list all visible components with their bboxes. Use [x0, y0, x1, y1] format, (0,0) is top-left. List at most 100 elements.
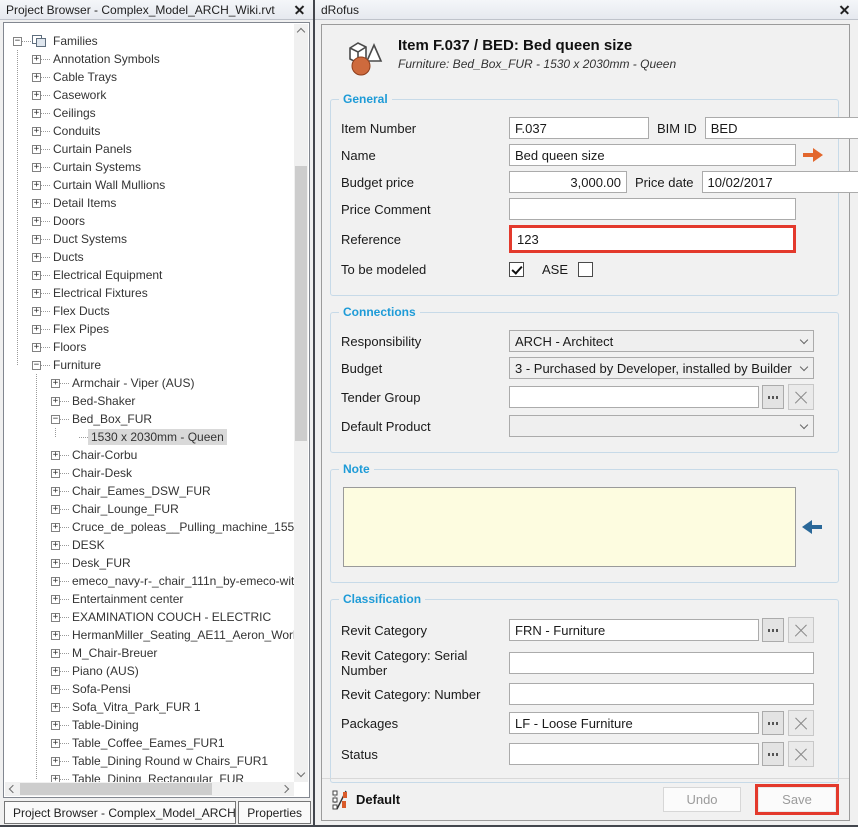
- browse-ellipsis-icon[interactable]: [762, 385, 784, 409]
- scroll-right-icon[interactable]: [280, 782, 294, 796]
- tab-properties[interactable]: Properties: [238, 801, 311, 824]
- ase-checkbox[interactable]: [578, 262, 593, 277]
- undo-button[interactable]: Undo: [663, 787, 741, 812]
- tree-item[interactable]: Casework: [5, 86, 294, 104]
- tree-item[interactable]: Furniture: [5, 356, 294, 374]
- browse-ellipsis-icon[interactable]: [762, 742, 784, 766]
- push-to-revit-arrow-icon[interactable]: [802, 148, 823, 162]
- tree-expander-icon[interactable]: [51, 613, 60, 622]
- tree-expander-icon[interactable]: [51, 379, 60, 388]
- tree-item[interactable]: Families: [5, 32, 294, 50]
- tree-expander-icon[interactable]: [51, 577, 60, 586]
- tree-expander-icon[interactable]: [51, 505, 60, 514]
- tree-item[interactable]: Armchair - Viper (AUS): [5, 374, 294, 392]
- tree-expander-icon[interactable]: [32, 271, 41, 280]
- tree-item[interactable]: 1530 x 2030mm - Queen: [5, 428, 294, 446]
- tree-expander-icon[interactable]: [51, 469, 60, 478]
- tree-expander-icon[interactable]: [51, 487, 60, 496]
- tree-item[interactable]: Flex Pipes: [5, 320, 294, 338]
- tree-expander-icon[interactable]: [51, 685, 60, 694]
- tree-item[interactable]: Chair_Lounge_FUR: [5, 500, 294, 518]
- tree-expander-icon[interactable]: [32, 181, 41, 190]
- tree-expander-icon[interactable]: [32, 325, 41, 334]
- tree-expander-icon[interactable]: [51, 415, 60, 424]
- tree-item[interactable]: Doors: [5, 212, 294, 230]
- tree-item[interactable]: Sofa_Vitra_Park_FUR 1: [5, 698, 294, 716]
- note-textarea[interactable]: [343, 487, 796, 567]
- packages-field[interactable]: [509, 712, 759, 734]
- tree-item[interactable]: Chair-Corbu: [5, 446, 294, 464]
- tree-expander-icon[interactable]: [32, 145, 41, 154]
- tree-expander-icon[interactable]: [32, 199, 41, 208]
- tree-expander-icon[interactable]: [32, 127, 41, 136]
- to-be-modeled-checkbox[interactable]: [509, 262, 524, 277]
- tree-item[interactable]: EXAMINATION COUCH - ELECTRIC: [5, 608, 294, 626]
- tree-item[interactable]: Conduits: [5, 122, 294, 140]
- tree-expander-icon[interactable]: [32, 91, 41, 100]
- horizontal-scrollbar[interactable]: [5, 782, 294, 796]
- tree-item[interactable]: Desk_FUR: [5, 554, 294, 572]
- browse-ellipsis-icon[interactable]: [762, 711, 784, 735]
- vertical-scrollbar[interactable]: [294, 24, 308, 782]
- tree-item[interactable]: HermanMiller_Seating_AE11_Aeron_WorkCh: [5, 626, 294, 644]
- name-field[interactable]: [509, 144, 796, 166]
- tree-expander-icon[interactable]: [32, 361, 41, 370]
- tree-item[interactable]: Ducts: [5, 248, 294, 266]
- tree-item[interactable]: Flex Ducts: [5, 302, 294, 320]
- vertical-scrollbar-thumb[interactable]: [295, 166, 307, 441]
- tree-item[interactable]: Bed_Box_FUR: [5, 410, 294, 428]
- tree-expander-icon[interactable]: [32, 343, 41, 352]
- default-product-select[interactable]: [509, 415, 814, 437]
- pull-from-revit-arrow-icon[interactable]: [802, 520, 823, 534]
- tree-expander-icon[interactable]: [32, 307, 41, 316]
- responsibility-select[interactable]: ARCH - Architect: [509, 330, 814, 352]
- price-comment-field[interactable]: [509, 198, 796, 220]
- tree-expander-icon[interactable]: [32, 55, 41, 64]
- tree-item[interactable]: Cruce_de_poleas__Pulling_machine_15500: [5, 518, 294, 536]
- tree-item[interactable]: Detail Items: [5, 194, 294, 212]
- tree-item[interactable]: Bed-Shaker: [5, 392, 294, 410]
- tree-expander-icon[interactable]: [13, 37, 22, 46]
- tree-item[interactable]: Chair-Desk: [5, 464, 294, 482]
- scroll-down-icon[interactable]: [294, 768, 308, 782]
- tree-item[interactable]: Sofa-Pensi: [5, 680, 294, 698]
- tree-item[interactable]: Electrical Fixtures: [5, 284, 294, 302]
- tree-item[interactable]: Chair_Eames_DSW_FUR: [5, 482, 294, 500]
- tree-expander-icon[interactable]: [32, 163, 41, 172]
- tree-expander-icon[interactable]: [51, 721, 60, 730]
- tree-item[interactable]: Table_Dining_Rectangular_FUR: [5, 770, 294, 782]
- clear-x-icon[interactable]: [788, 384, 814, 410]
- clear-x-icon[interactable]: [788, 710, 814, 736]
- clear-x-icon[interactable]: [788, 617, 814, 643]
- tree-item[interactable]: Cable Trays: [5, 68, 294, 86]
- tree-item[interactable]: Duct Systems: [5, 230, 294, 248]
- tree-expander-icon[interactable]: [51, 397, 60, 406]
- serial-number-field[interactable]: [509, 652, 814, 674]
- close-icon[interactable]: [293, 3, 307, 17]
- bim-id-field[interactable]: [705, 117, 858, 139]
- tree-expander-icon[interactable]: [51, 559, 60, 568]
- tree-item[interactable]: M_Chair-Breuer: [5, 644, 294, 662]
- tree-expander-icon[interactable]: [32, 253, 41, 262]
- status-field[interactable]: [509, 743, 759, 765]
- tab-project-browser[interactable]: Project Browser - Complex_Model_ARCH_Wi.…: [4, 801, 236, 824]
- tree-item[interactable]: Table-Dining: [5, 716, 294, 734]
- tree-expander-icon[interactable]: [51, 523, 60, 532]
- tree-expander-icon[interactable]: [32, 217, 41, 226]
- tree-expander-icon[interactable]: [51, 649, 60, 658]
- tree-expander-icon[interactable]: [51, 451, 60, 460]
- tree-expander-icon[interactable]: [51, 757, 60, 766]
- tree-expander-icon[interactable]: [32, 289, 41, 298]
- revit-category-field[interactable]: [509, 619, 759, 641]
- scroll-left-icon[interactable]: [5, 782, 19, 796]
- browse-ellipsis-icon[interactable]: [762, 618, 784, 642]
- tree-item[interactable]: Curtain Panels: [5, 140, 294, 158]
- reference-field[interactable]: [512, 228, 793, 250]
- tree-item[interactable]: Annotation Symbols: [5, 50, 294, 68]
- tree-item[interactable]: DESK: [5, 536, 294, 554]
- tree-expander-icon[interactable]: [51, 775, 60, 783]
- tree-expander-icon[interactable]: [32, 73, 41, 82]
- close-icon[interactable]: [838, 3, 852, 17]
- tree-expander-icon[interactable]: [51, 703, 60, 712]
- tree-item[interactable]: Table_Dining Round w Chairs_FUR1: [5, 752, 294, 770]
